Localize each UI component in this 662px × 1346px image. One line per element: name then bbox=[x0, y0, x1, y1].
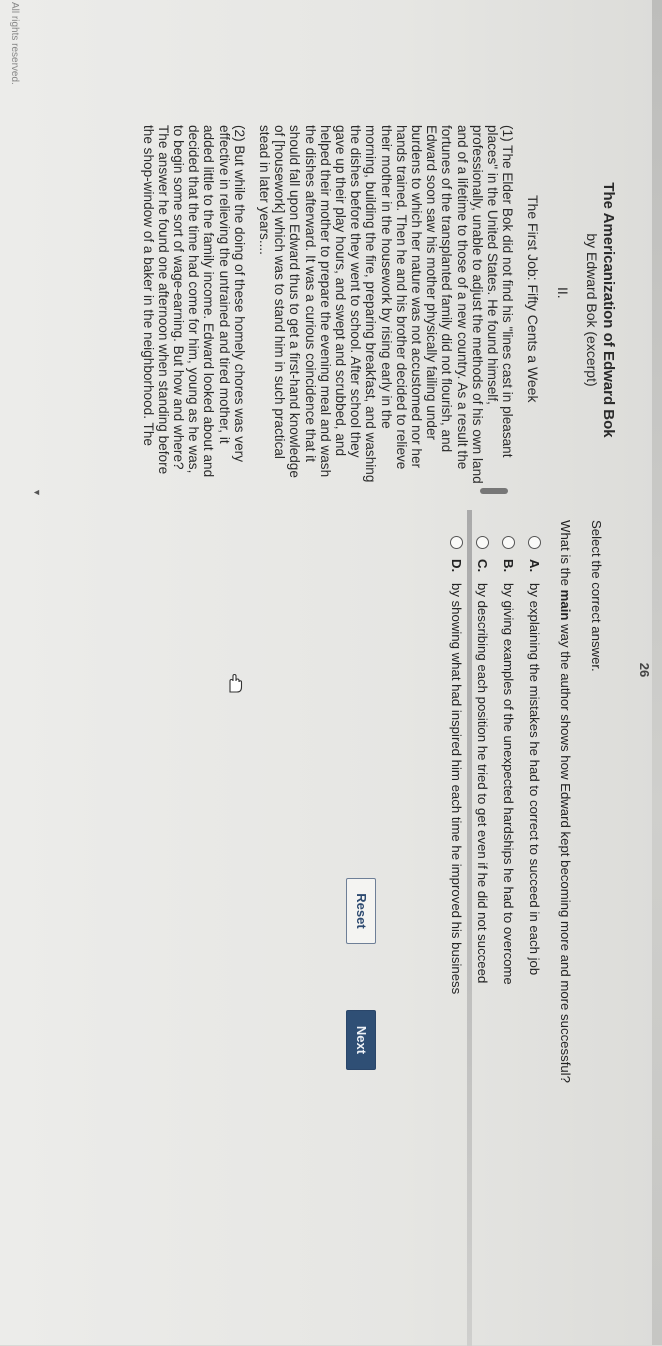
option-letter: C. bbox=[475, 559, 490, 573]
question-panel: Select the correct answer. What is the m… bbox=[438, 520, 604, 1340]
passage-byline: by Edward Bok (excerpt) bbox=[583, 233, 600, 387]
answer-option-d[interactable]: D. by showing what had inspired him each… bbox=[449, 520, 464, 1340]
prompt-text-before: What is the bbox=[558, 520, 573, 590]
option-text[interactable]: by giving examples of the unexpected har… bbox=[501, 583, 516, 985]
radio-button-a[interactable] bbox=[528, 536, 541, 549]
passage-subheading: The First Job: Fifty Cents a Week bbox=[525, 195, 542, 403]
option-letter: B. bbox=[501, 559, 516, 573]
question-prompt: What is the main way the author shows ho… bbox=[558, 520, 573, 1340]
prompt-emphasis: main bbox=[558, 589, 573, 621]
option-text[interactable]: by describing each position he tried to … bbox=[475, 583, 490, 983]
next-button[interactable]: Next bbox=[346, 1010, 376, 1070]
chapter-number: II. bbox=[554, 287, 571, 299]
top-bar bbox=[652, 0, 662, 1345]
option-text[interactable]: by explaining the mistakes he had to cor… bbox=[527, 583, 542, 975]
radio-button-d[interactable] bbox=[450, 536, 463, 549]
answer-option-a[interactable]: A. by explaining the mistakes he had to … bbox=[527, 520, 542, 1340]
scroll-down-arrow-icon[interactable]: ▼ bbox=[32, 488, 42, 498]
passage-title: The Americanization of Edward Bok bbox=[600, 182, 617, 438]
reset-button[interactable]: Reset bbox=[346, 878, 376, 944]
screen: 26 The Americanization of Edward Bok by … bbox=[0, 0, 662, 1346]
radio-button-c[interactable] bbox=[476, 536, 489, 549]
paragraph-2: (2) But while the doing of these homely … bbox=[140, 125, 247, 478]
copyright-footer: All rights reserved. bbox=[9, 2, 20, 85]
answer-option-b[interactable]: B. by giving examples of the unexpected … bbox=[501, 520, 516, 1340]
radio-button-b[interactable] bbox=[502, 536, 515, 549]
hand-pointer-cursor-icon bbox=[229, 673, 243, 693]
option-letter: A. bbox=[527, 559, 542, 573]
option-text[interactable]: by showing what had inspired him each ti… bbox=[449, 583, 464, 994]
instructions-text: Select the correct answer. bbox=[589, 520, 604, 672]
answer-option-c[interactable]: C. by describing each position he tried … bbox=[475, 520, 490, 1340]
paragraph-1: (1) The Elder Bok did not find his "line… bbox=[256, 125, 516, 484]
page-number: 26 bbox=[637, 662, 652, 678]
option-letter: D. bbox=[449, 559, 464, 573]
prompt-text-after: way the author shows how Edward kept bec… bbox=[558, 620, 573, 1083]
reading-passage[interactable]: The Americanization of Edward Bok by Edw… bbox=[130, 125, 617, 485]
passage-scrollbar-thumb[interactable] bbox=[480, 488, 508, 494]
